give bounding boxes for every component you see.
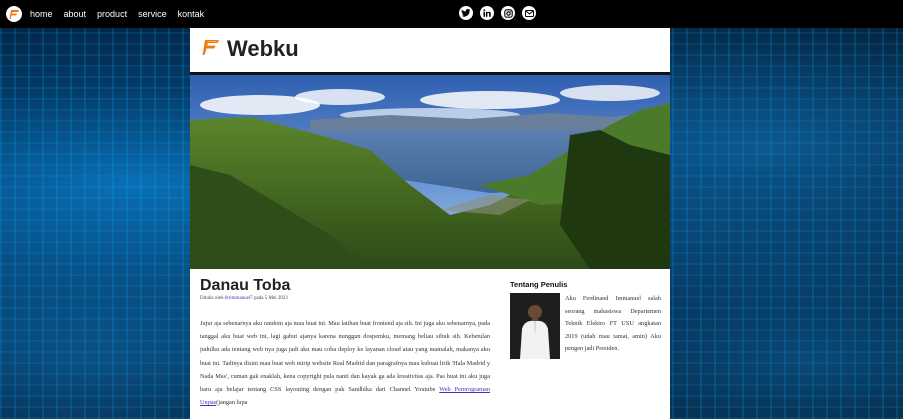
sidebar-heading: Tentang Penulis <box>510 280 568 289</box>
twitter-icon[interactable] <box>459 6 473 20</box>
article-body: Jujur aja sebenarnya aku random aja mau … <box>200 317 490 409</box>
author-photo <box>510 293 560 359</box>
nav-home-link[interactable]: home <box>30 9 53 19</box>
site-logo-icon <box>202 39 220 62</box>
site-title: Webku <box>227 36 299 61</box>
site-header: Webku <box>190 28 670 75</box>
gmail-icon[interactable] <box>522 6 536 20</box>
article-title: Danau Toba <box>200 277 291 294</box>
article-paragraph: Jujur aja sebenarnya aku random aja mau … <box>200 320 490 394</box>
top-navbar: home about product service kontak <box>0 0 903 28</box>
linkedin-icon[interactable] <box>480 6 494 20</box>
main-container: Webku Danau Toba Ditulis oleh ferimmanue… <box>190 28 670 419</box>
nav-about-link[interactable]: about <box>64 9 87 19</box>
hero-image <box>190 75 670 269</box>
instagram-icon[interactable] <box>501 6 515 20</box>
nav-menu: home about product service kontak <box>30 0 215 28</box>
article: Danau Toba Ditulis oleh ferimmanuel7 pad… <box>200 277 490 409</box>
article-meta: Ditulis oleh ferimmanuel7 pada 5 Mei 202… <box>200 296 490 301</box>
article-paragraph-tail: (jangan lupa <box>216 399 248 407</box>
author-sidebar: Tentang Penulis Aku Ferdinand Immanuel s… <box>510 280 661 361</box>
social-links <box>459 6 543 20</box>
nav-service-link[interactable]: service <box>138 9 167 19</box>
meta-date: pada 5 Mei 2023 <box>254 296 288 301</box>
brand-logo-icon[interactable] <box>6 6 22 22</box>
nav-product-link[interactable]: product <box>97 9 127 19</box>
nav-kontak-link[interactable]: kontak <box>178 9 205 19</box>
author-link[interactable]: ferimmanuel7 <box>225 296 253 301</box>
meta-prefix: Ditulis oleh <box>200 296 224 301</box>
